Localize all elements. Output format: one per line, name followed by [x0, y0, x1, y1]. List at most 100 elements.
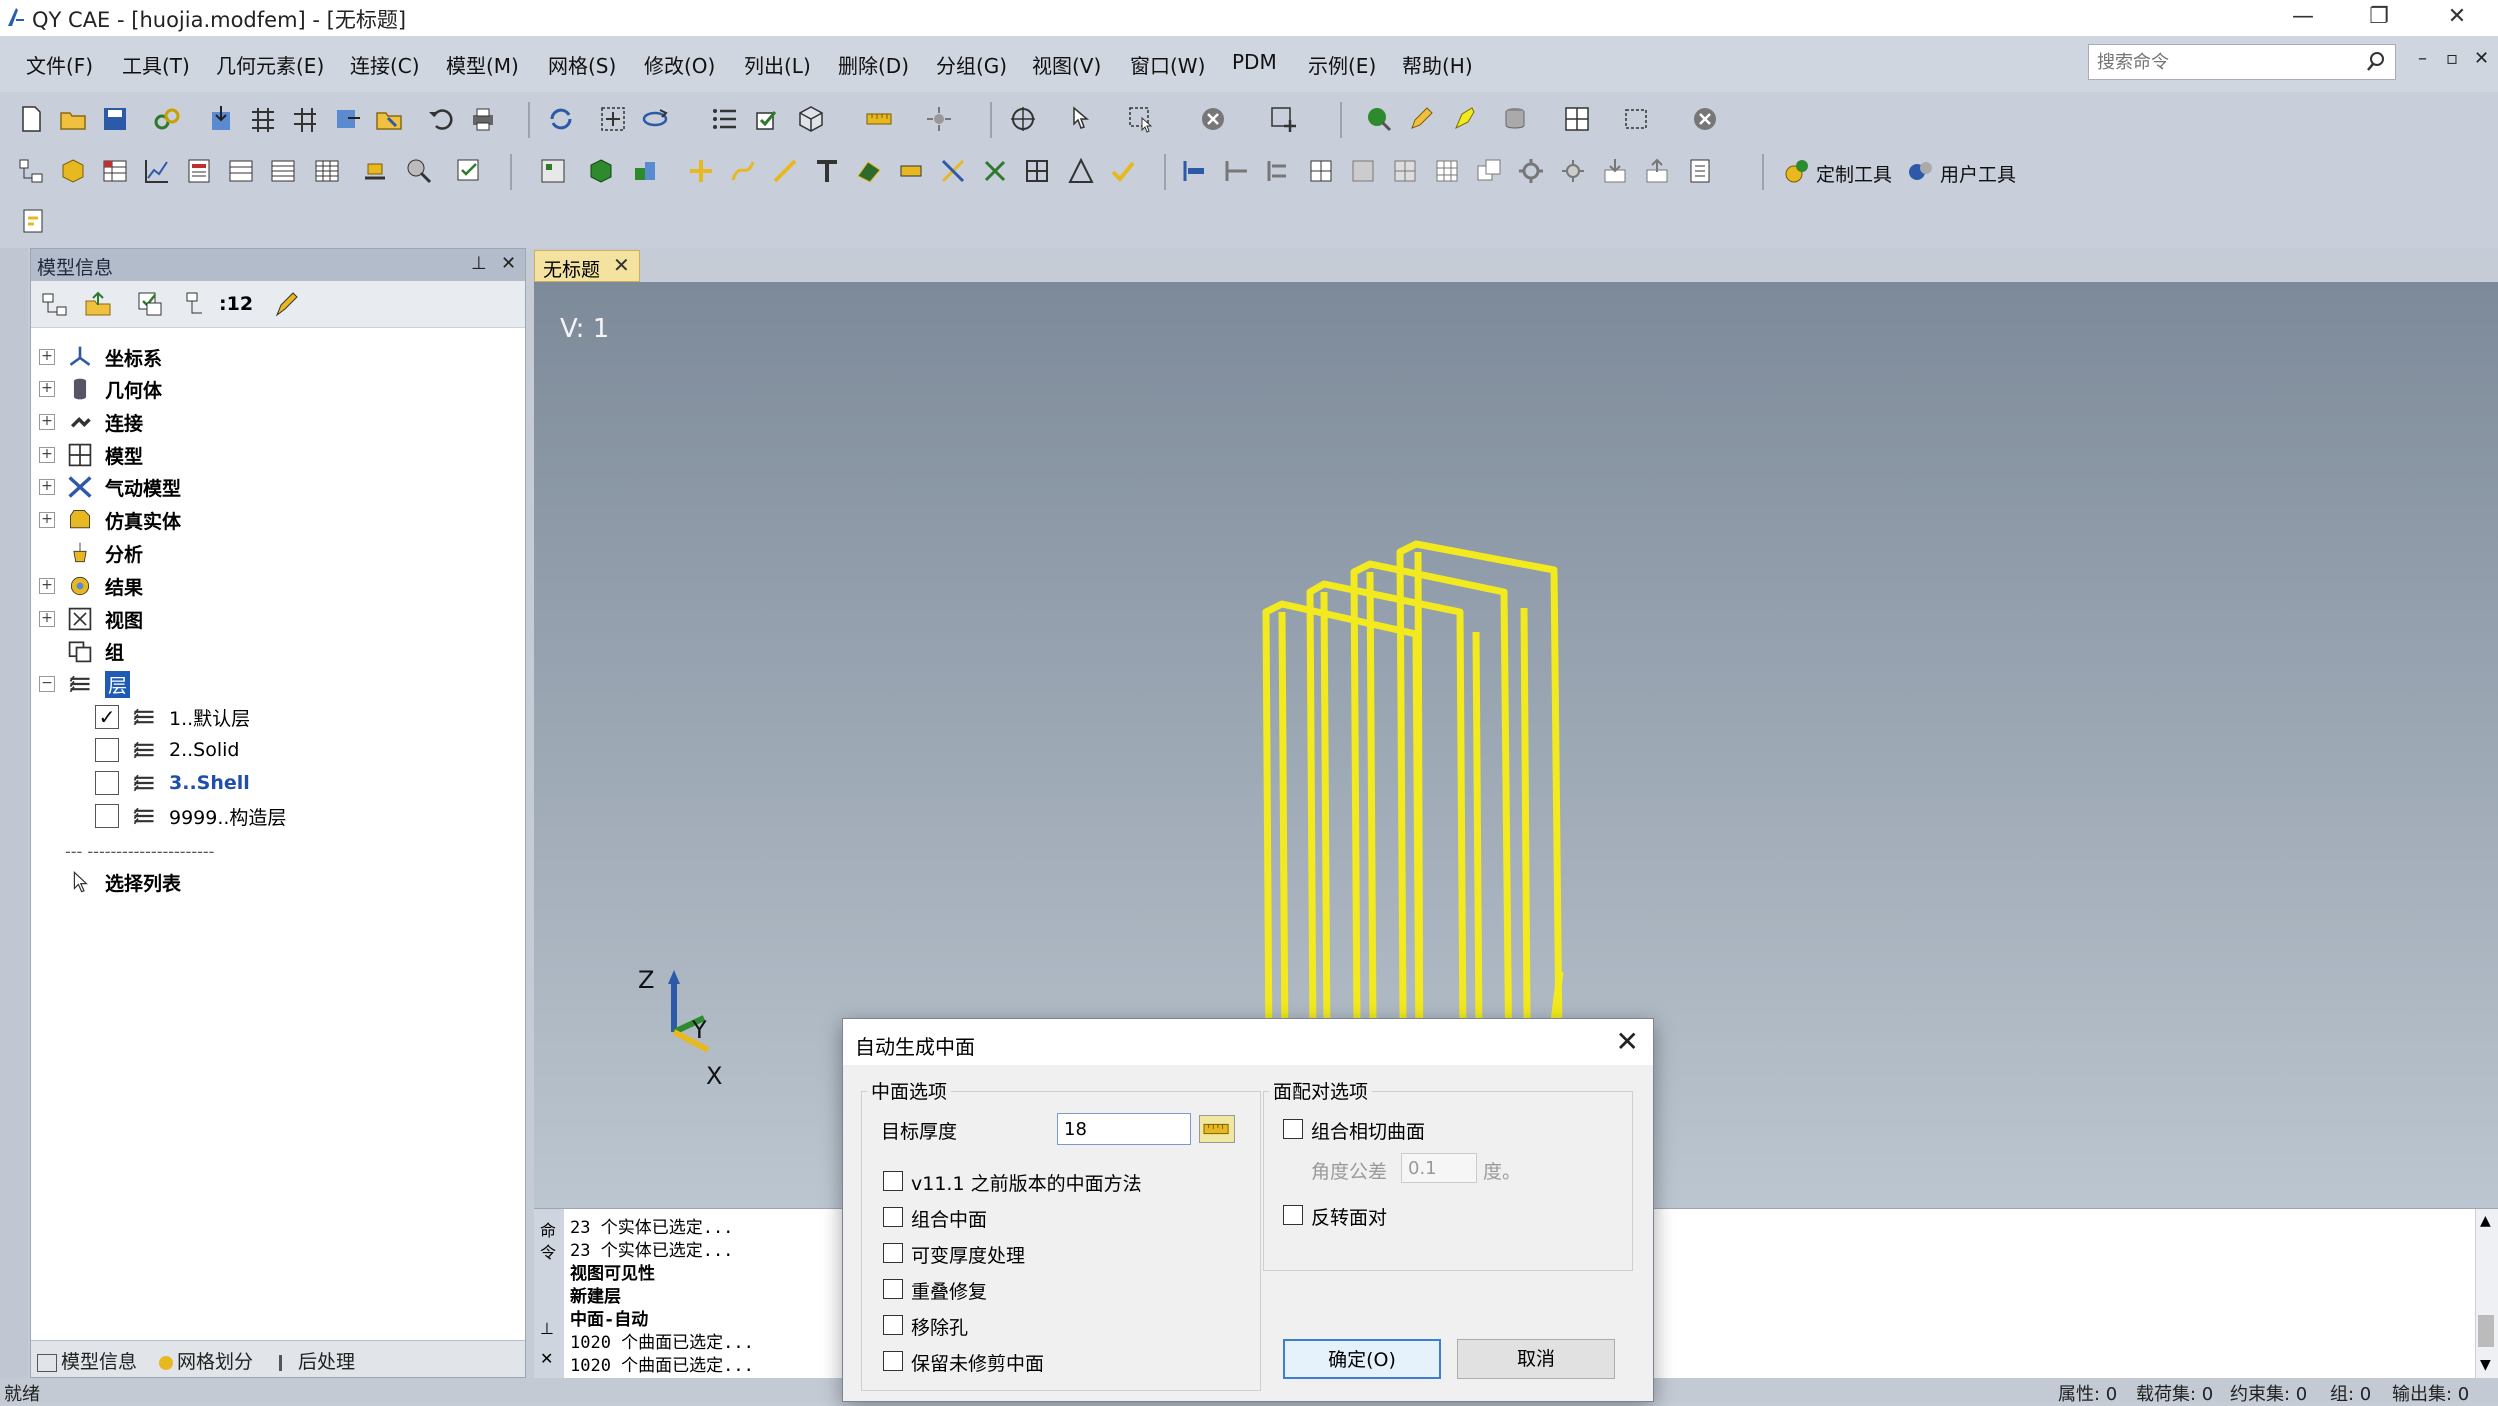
- tree-item-results[interactable]: + 结果: [39, 570, 143, 602]
- minimize-button[interactable]: —: [2268, 0, 2338, 36]
- scroll-thumb[interactable]: [2478, 1315, 2494, 1347]
- expand-toggle[interactable]: +: [39, 479, 55, 495]
- menu-examples[interactable]: 示例(E): [1308, 50, 1376, 79]
- layer-table-icon[interactable]: [98, 154, 132, 188]
- triangle-tool-icon[interactable]: [1064, 154, 1098, 188]
- load-icon[interactable]: [358, 154, 392, 188]
- tab-untitled[interactable]: 无标题 ✕: [534, 250, 640, 282]
- checkbox-select-icon[interactable]: [750, 102, 784, 136]
- menu-model[interactable]: 模型(M): [446, 50, 519, 79]
- layer-checkbox[interactable]: [95, 771, 119, 795]
- mesh-grid-icon[interactable]: [246, 102, 280, 136]
- expand-toggle[interactable]: +: [39, 578, 55, 594]
- variable-thickness-checkbox[interactable]: [883, 1243, 903, 1263]
- cancel-button[interactable]: 取消: [1457, 1339, 1615, 1379]
- layer-row-solid[interactable]: 2..Solid: [95, 734, 239, 766]
- line-tool-icon[interactable]: [768, 154, 802, 188]
- align-left-icon[interactable]: [1178, 154, 1212, 188]
- menu-window[interactable]: 窗口(W): [1130, 50, 1205, 79]
- menu-modify[interactable]: 修改(O): [644, 50, 715, 79]
- custom-tools-icon[interactable]: [1780, 154, 1814, 188]
- spring-tool-icon[interactable]: [936, 154, 970, 188]
- menu-list[interactable]: 列出(L): [744, 50, 811, 79]
- layer-checkbox[interactable]: [95, 804, 119, 828]
- clear-selection-icon[interactable]: [1196, 102, 1230, 136]
- reverse-pair-checkbox[interactable]: [1283, 1205, 1303, 1225]
- gear-tool-icon[interactable]: [1514, 154, 1548, 188]
- layer-row-shell[interactable]: 3..Shell: [95, 767, 250, 799]
- plate-tool-icon[interactable]: [894, 154, 928, 188]
- brush-icon[interactable]: [269, 287, 303, 321]
- menu-file[interactable]: 文件(F): [26, 50, 93, 79]
- element-tool-icon[interactable]: [852, 154, 886, 188]
- list-icon[interactable]: [708, 102, 742, 136]
- pencil-edit-icon[interactable]: [1404, 102, 1438, 136]
- tree-upload-icon[interactable]: [81, 287, 115, 321]
- layer-row-construction[interactable]: 9999..构造层: [95, 800, 286, 832]
- pick-point-icon[interactable]: [1064, 102, 1098, 136]
- dialog-close-button[interactable]: ✕: [1616, 1025, 1639, 1058]
- user-tools-label[interactable]: 用户工具: [1940, 160, 2016, 187]
- undo-icon[interactable]: [424, 102, 458, 136]
- tree-item-coordinate-systems[interactable]: + 坐标系: [39, 341, 162, 373]
- menu-help[interactable]: 帮助(H): [1402, 50, 1473, 79]
- tree-item-geometry[interactable]: + 几何体: [39, 373, 162, 405]
- mesh-grid-2-icon[interactable]: [288, 102, 322, 136]
- window-layout-icon[interactable]: [1560, 102, 1594, 136]
- add-entity-icon[interactable]: [1266, 102, 1300, 136]
- model-tree-icon[interactable]: [14, 154, 48, 188]
- grid-fill-icon[interactable]: [1346, 154, 1380, 188]
- data-table-icon[interactable]: [224, 154, 258, 188]
- report-icon[interactable]: [182, 154, 216, 188]
- user-tools-icon[interactable]: [1904, 154, 1938, 188]
- cube-view-icon[interactable]: [794, 102, 828, 136]
- custom-tools-label[interactable]: 定制工具: [1816, 160, 1892, 187]
- assembly-icon[interactable]: [628, 154, 662, 188]
- layer-row-default[interactable]: ✓ 1..默认层: [95, 701, 250, 733]
- check-tool-icon[interactable]: [1106, 154, 1140, 188]
- database-icon[interactable]: [1500, 102, 1534, 136]
- refresh-view-icon[interactable]: [544, 102, 578, 136]
- align-tool-icon[interactable]: [1220, 154, 1254, 188]
- check-list-icon[interactable]: [452, 154, 486, 188]
- remove-holes-checkbox[interactable]: [883, 1315, 903, 1335]
- scroll-down-icon[interactable]: ▼: [2480, 1357, 2491, 1373]
- output-close-icon[interactable]: ✕: [540, 1349, 553, 1368]
- download-tool-icon[interactable]: [1598, 154, 1632, 188]
- save-icon[interactable]: [98, 102, 132, 136]
- spreadsheet-icon[interactable]: [310, 154, 344, 188]
- curve-icon[interactable]: [726, 154, 760, 188]
- new-file-icon[interactable]: [14, 102, 48, 136]
- box-select-dropdown-icon[interactable]: [1620, 102, 1654, 136]
- tree-item-simulation-entities[interactable]: + 仿真实体: [39, 504, 181, 536]
- keep-untrimmed-checkbox[interactable]: [883, 1351, 903, 1371]
- combine-tangent-checkbox[interactable]: [1283, 1119, 1303, 1139]
- target-select-icon[interactable]: [1006, 102, 1040, 136]
- tree-item-selection-list[interactable]: 选择列表: [65, 866, 181, 898]
- menu-mesh[interactable]: 网格(S): [548, 50, 616, 79]
- sheet-tool-icon[interactable]: [1684, 154, 1718, 188]
- grid-split-icon[interactable]: [1304, 154, 1338, 188]
- expand-toggle[interactable]: +: [39, 349, 55, 365]
- node-create-icon[interactable]: [684, 154, 718, 188]
- folder-tools-icon[interactable]: [372, 102, 406, 136]
- output-scrollbar[interactable]: ▲ ▼: [2475, 1209, 2498, 1379]
- expand-toggle[interactable]: +: [39, 611, 55, 627]
- grid-sub-icon[interactable]: [1430, 154, 1464, 188]
- tab-model-info[interactable]: 模型信息: [37, 1347, 137, 1374]
- menu-group[interactable]: 分组(G): [936, 50, 1007, 79]
- legacy-midsurface-checkbox[interactable]: [883, 1171, 903, 1191]
- ruler-icon[interactable]: [1199, 1115, 1235, 1143]
- align-bars-icon[interactable]: [1262, 154, 1296, 188]
- tab-meshing[interactable]: 网格划分: [159, 1347, 253, 1374]
- scroll-up-icon[interactable]: ▲: [2480, 1213, 2491, 1229]
- export-icon[interactable]: [330, 102, 364, 136]
- xy-plot-icon[interactable]: [140, 154, 174, 188]
- render-shade-icon[interactable]: [1362, 102, 1396, 136]
- layer-checkbox[interactable]: ✓: [95, 705, 119, 729]
- copy-tool-icon[interactable]: [1472, 154, 1506, 188]
- tree-check-icon[interactable]: [133, 287, 167, 321]
- menu-tools[interactable]: 工具(T): [122, 50, 190, 79]
- measure-ruler-icon[interactable]: [862, 102, 896, 136]
- table-view-icon[interactable]: [266, 154, 300, 188]
